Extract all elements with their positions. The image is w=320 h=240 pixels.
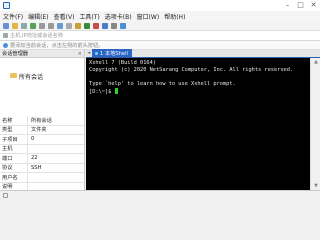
prop-row: 主机 [0, 144, 84, 154]
reconnect-icon[interactable] [30, 23, 36, 29]
title-bar: – □ ✕ [0, 0, 320, 11]
properties-table: 名称 所有会话 类型 文件夹 子项目 0 主机 端口 22 协议 SSH 用户名 说明 [0, 116, 84, 192]
app-icon [3, 2, 10, 9]
xftp-icon[interactable] [84, 23, 90, 29]
compose-icon[interactable] [111, 23, 117, 29]
prop-row: 名称 所有会话 [0, 116, 84, 126]
terminal-cursor [114, 88, 118, 94]
tree-item-all-sessions[interactable]: 所有会话 [19, 72, 43, 81]
terminal-scrollbar[interactable]: ▲ ▼ [310, 58, 320, 190]
copy-icon[interactable] [39, 23, 45, 29]
prop-row: 端口 22 [0, 154, 84, 164]
folder-icon [10, 73, 17, 78]
link-icon[interactable] [21, 23, 27, 29]
session-status-icon [95, 51, 98, 55]
info-text: 要添加当前会话，点击左侧的箭头按钮。 [10, 42, 104, 49]
menu-edit[interactable]: 编辑(E) [28, 12, 48, 21]
info-icon [3, 42, 8, 48]
toolbar [0, 22, 320, 31]
lock-icon[interactable] [93, 23, 99, 29]
menu-window[interactable]: 窗口(W) [137, 12, 160, 21]
help-icon[interactable] [120, 23, 126, 29]
terminal-line: Copyright (c) 2020 NetSarang Computer, I… [89, 67, 294, 73]
menu-tab[interactable]: 选项卡(B) [105, 12, 132, 21]
prop-row: 类型 文件夹 [0, 125, 84, 135]
print-icon[interactable] [66, 23, 72, 29]
session-tree: 所有会话 [0, 58, 84, 118]
address-icon [3, 33, 8, 38]
search-icon[interactable] [57, 23, 63, 29]
open-folder-icon[interactable] [12, 23, 18, 29]
address-bar[interactable]: 主机,IP地址或会话名称 [0, 31, 320, 41]
menu-bar: 文件(F) 编辑(E) 查看(V) 工具(T) 选项卡(B) 窗口(W) 帮助(… [0, 11, 320, 22]
maximize-icon[interactable]: □ [294, 0, 307, 11]
minimize-icon[interactable]: – [281, 0, 294, 11]
terminal-line: Type `help' to learn how to use Xshell p… [89, 81, 236, 87]
status-bar [0, 190, 320, 200]
scroll-up-icon[interactable]: ▲ [311, 59, 320, 65]
paste-icon[interactable] [48, 23, 54, 29]
menu-view[interactable]: 查看(V) [54, 12, 75, 21]
menu-file[interactable]: 文件(F) [3, 12, 23, 21]
tab-strip: ◂ 1 本地Shell [86, 49, 320, 58]
panel-title: 会话管理器 [2, 51, 28, 57]
close-panel-icon[interactable]: × [78, 51, 82, 57]
font-icon[interactable] [75, 23, 81, 29]
new-session-icon[interactable] [3, 23, 9, 29]
session-manager-panel: 会话管理器 × 所有会话 名称 所有会话 类型 文件夹 子项目 0 主机 端口 22 协… [0, 50, 85, 192]
prop-row: 子项目 0 [0, 135, 84, 145]
fullscreen-icon[interactable] [102, 23, 108, 29]
info-bar: 要添加当前会话，点击左侧的箭头按钮。 [0, 41, 320, 50]
terminal-prompt: [D:\~]$ [89, 89, 115, 95]
tab-label: 1 本地Shell [100, 50, 128, 57]
prop-row: 协议 SSH [0, 163, 84, 173]
status-icon [3, 193, 8, 198]
close-icon[interactable]: ✕ [307, 0, 320, 11]
scroll-down-icon[interactable]: ▼ [311, 183, 320, 189]
panel-header: 会话管理器 × [0, 50, 84, 58]
terminal-output[interactable]: Xshell 7 (Build 0164) Copyright (c) 2020… [86, 58, 310, 190]
menu-tools[interactable]: 工具(T) [79, 12, 99, 21]
menu-help[interactable]: 帮助(H) [164, 12, 185, 21]
tab-local-shell[interactable]: 1 本地Shell [92, 49, 132, 57]
prop-row: 用户名 [0, 173, 84, 183]
terminal-line: Xshell 7 (Build 0164) [89, 60, 156, 66]
address-input[interactable]: 主机,IP地址或会话名称 [10, 32, 63, 39]
